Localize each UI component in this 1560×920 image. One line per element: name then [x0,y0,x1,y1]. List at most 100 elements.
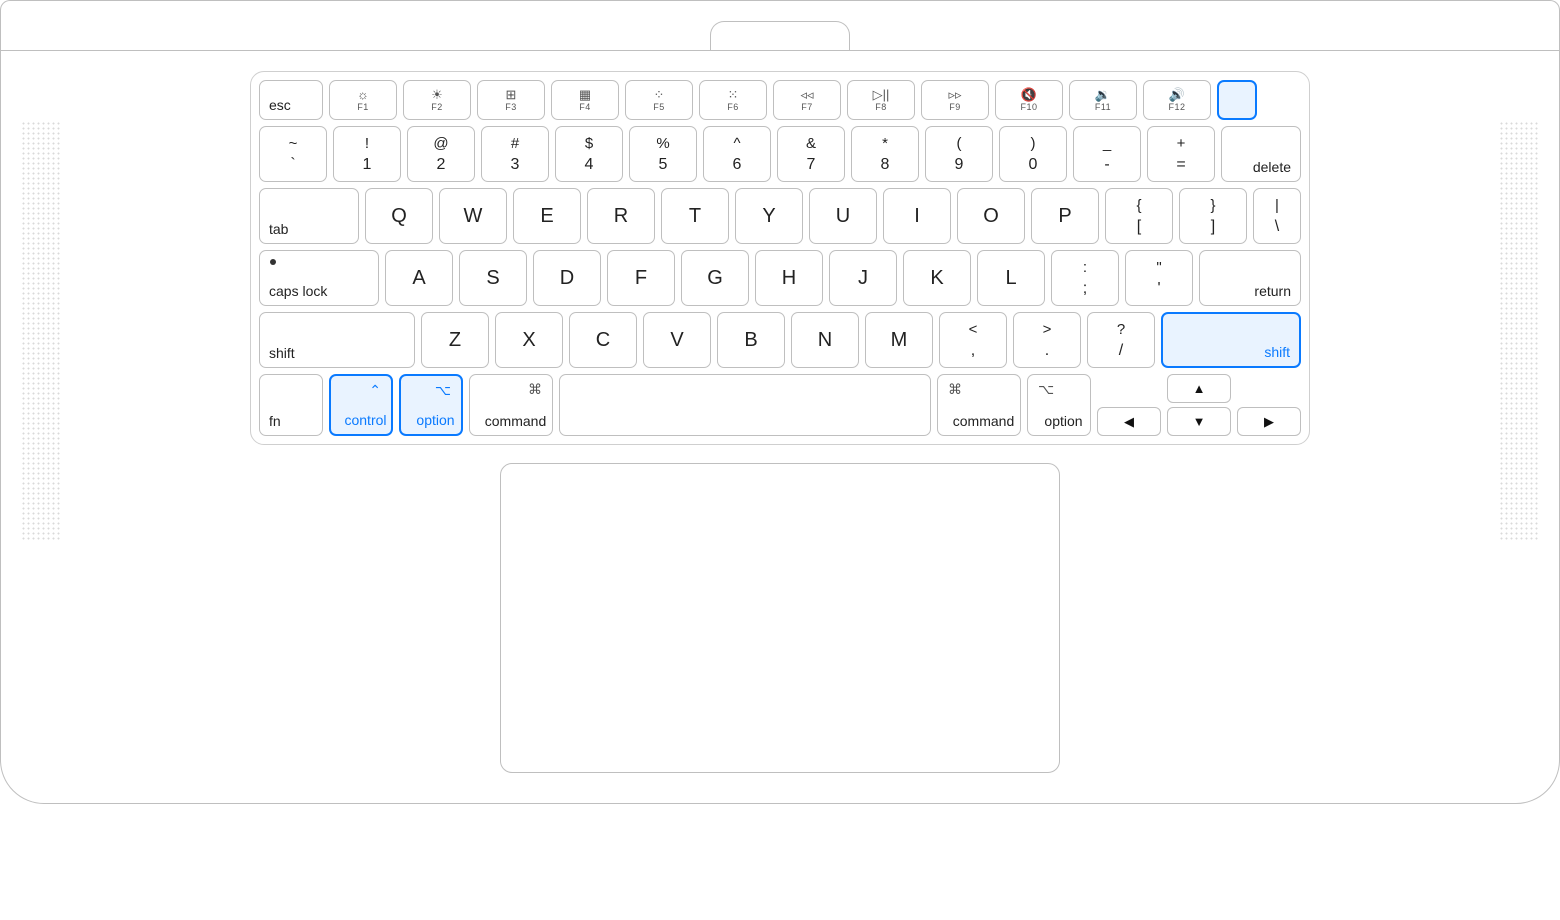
key-0[interactable]: )0 [999,126,1067,182]
key-delete[interactable]: delete [1221,126,1301,182]
key-label: I [914,205,920,228]
key-f[interactable]: F [607,250,675,306]
key-f8[interactable]: ▷||F8 [847,80,915,120]
key-f12[interactable]: 🔊F12 [1143,80,1211,120]
key-n[interactable]: N [791,312,859,368]
key-shift-right[interactable]: shift [1161,312,1301,368]
key-option-right[interactable]: ⌥option [1027,374,1091,436]
launchpad-icon: ▦ [579,88,591,101]
key-f10[interactable]: 🔇F10 [995,80,1063,120]
key-j[interactable]: J [829,250,897,306]
key-6[interactable]: ^6 [703,126,771,182]
key-l[interactable]: L [977,250,1045,306]
key-slash[interactable]: ?/ [1087,312,1155,368]
key-c[interactable]: C [569,312,637,368]
key-option-left[interactable]: ⌥option [399,374,463,436]
key-tab[interactable]: tab [259,188,359,244]
key-lower: 3 [511,157,520,173]
capslock-indicator-icon [270,259,276,265]
key-upper: } [1210,198,1215,213]
key-4[interactable]: $4 [555,126,623,182]
key-f4[interactable]: ▦F4 [551,80,619,120]
key-lower: [ [1137,219,1141,235]
key-8[interactable]: *8 [851,126,919,182]
key-upper: $ [585,136,593,151]
key-p[interactable]: P [1031,188,1099,244]
key-control-left[interactable]: ⌃control [329,374,393,436]
key-label: F5 [653,102,665,112]
key-g[interactable]: G [681,250,749,306]
key-2[interactable]: @2 [407,126,475,182]
key-1[interactable]: !1 [333,126,401,182]
key-q[interactable]: Q [365,188,433,244]
key-arrow-right[interactable]: ▶ [1237,407,1301,436]
key-i[interactable]: I [883,188,951,244]
key-5[interactable]: %5 [629,126,697,182]
key-period[interactable]: >. [1013,312,1081,368]
key-k[interactable]: K [903,250,971,306]
key-lower: 7 [807,157,816,173]
key-f11[interactable]: 🔉F11 [1069,80,1137,120]
key-f7[interactable]: ◃◃F7 [773,80,841,120]
key-r[interactable]: R [587,188,655,244]
key-v[interactable]: V [643,312,711,368]
key-equals[interactable]: += [1147,126,1215,182]
key-label: return [1254,283,1291,299]
key-7[interactable]: &7 [777,126,845,182]
key-esc[interactable]: esc [259,80,323,120]
key-semicolon[interactable]: :; [1051,250,1119,306]
key-e[interactable]: E [513,188,581,244]
key-comma[interactable]: <, [939,312,1007,368]
kbd-brightness-down-icon: ⁘ [654,88,665,101]
key-f2[interactable]: ☀F2 [403,80,471,120]
key-f6[interactable]: ⁙F6 [699,80,767,120]
key-touchid[interactable] [1217,80,1257,120]
key-f5[interactable]: ⁘F5 [625,80,693,120]
key-return[interactable]: return [1199,250,1301,306]
key-label: Q [391,205,407,228]
key-grave[interactable]: ~` [259,126,327,182]
key-upper: ( [957,136,962,151]
key-open-bracket[interactable]: {[ [1105,188,1173,244]
key-3[interactable]: #3 [481,126,549,182]
key-a[interactable]: A [385,250,453,306]
key-s[interactable]: S [459,250,527,306]
key-f3[interactable]: ⊞F3 [477,80,545,120]
key-arrow-down[interactable]: ▼ [1167,407,1231,436]
key-f1[interactable]: ☼F1 [329,80,397,120]
key-o[interactable]: O [957,188,1025,244]
key-9[interactable]: (9 [925,126,993,182]
trackpad[interactable] [500,463,1060,773]
key-d[interactable]: D [533,250,601,306]
key-capslock[interactable]: caps lock [259,250,379,306]
key-command-right[interactable]: ⌘command [937,374,1021,436]
key-lower: = [1176,157,1185,173]
key-upper: @ [433,136,448,151]
key-y[interactable]: Y [735,188,803,244]
key-h[interactable]: H [755,250,823,306]
key-b[interactable]: B [717,312,785,368]
key-w[interactable]: W [439,188,507,244]
volume-up-icon: 🔊 [1169,88,1185,101]
key-quote[interactable]: "' [1125,250,1193,306]
key-backslash[interactable]: |\ [1253,188,1301,244]
key-arrow-left[interactable]: ◀ [1097,407,1161,436]
key-shift-left[interactable]: shift [259,312,415,368]
key-u[interactable]: U [809,188,877,244]
key-fn[interactable]: fn [259,374,323,436]
key-command-left[interactable]: ⌘command [469,374,553,436]
key-m[interactable]: M [865,312,933,368]
key-t[interactable]: T [661,188,729,244]
key-minus[interactable]: _- [1073,126,1141,182]
key-label: Y [762,205,775,228]
key-close-bracket[interactable]: }] [1179,188,1247,244]
key-label: F10 [1020,102,1037,112]
key-x[interactable]: X [495,312,563,368]
key-f9[interactable]: ▹▹F9 [921,80,989,120]
key-z[interactable]: Z [421,312,489,368]
number-row: ~` !1 @2 #3 $4 %5 ^6 &7 *8 (9 )0 _- += d… [259,126,1301,182]
key-space[interactable] [559,374,931,436]
key-upper: | [1275,198,1279,213]
key-arrow-up[interactable]: ▲ [1167,374,1231,403]
brightness-down-icon: ☼ [357,88,369,101]
